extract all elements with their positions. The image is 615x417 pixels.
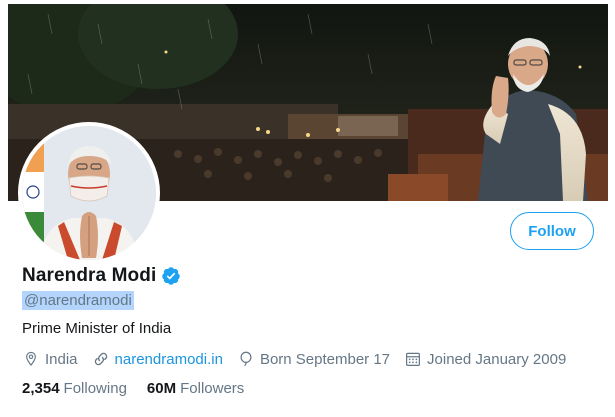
joined-text: Joined January 2009	[427, 350, 567, 368]
birthday-item: Born September 17	[237, 350, 390, 368]
name-row: Narendra Modi	[22, 265, 181, 287]
location-item: India	[22, 350, 78, 368]
birthday-text: Born September 17	[259, 350, 391, 368]
location-pin-icon	[26, 351, 36, 366]
followers-count: 60M	[146, 380, 177, 397]
profile-page: Follow Narendra Modi @narendramodi Prime…	[0, 0, 615, 417]
link-icon	[94, 352, 107, 366]
profile-bio: Prime Minister of India	[22, 320, 172, 337]
display-name: Narendra Modi	[22, 265, 157, 286]
following-count: 2,354	[22, 380, 60, 397]
follow-button[interactable]: Follow	[510, 212, 594, 250]
website-link[interactable]: narendramodi.in	[115, 351, 223, 368]
followers-label: Followers	[180, 380, 245, 397]
website-item[interactable]: narendramodi.in	[92, 350, 223, 368]
calendar-icon	[406, 352, 420, 366]
verified-badge-icon	[161, 266, 181, 286]
profile-meta: India narendramodi.in Born September 17	[22, 350, 580, 368]
profile-handle: @narendramodi	[22, 291, 134, 310]
profile-avatar[interactable]	[18, 122, 160, 264]
location-text: India	[45, 350, 78, 368]
followers-stat[interactable]: 60M Followers	[147, 380, 244, 397]
joined-item: Joined January 2009	[404, 350, 566, 368]
following-stat[interactable]: 2,354 Following	[22, 380, 127, 397]
balloon-icon	[240, 351, 252, 367]
profile-stats: 2,354 Following 60M Followers	[22, 380, 264, 397]
following-label: Following	[63, 380, 127, 397]
